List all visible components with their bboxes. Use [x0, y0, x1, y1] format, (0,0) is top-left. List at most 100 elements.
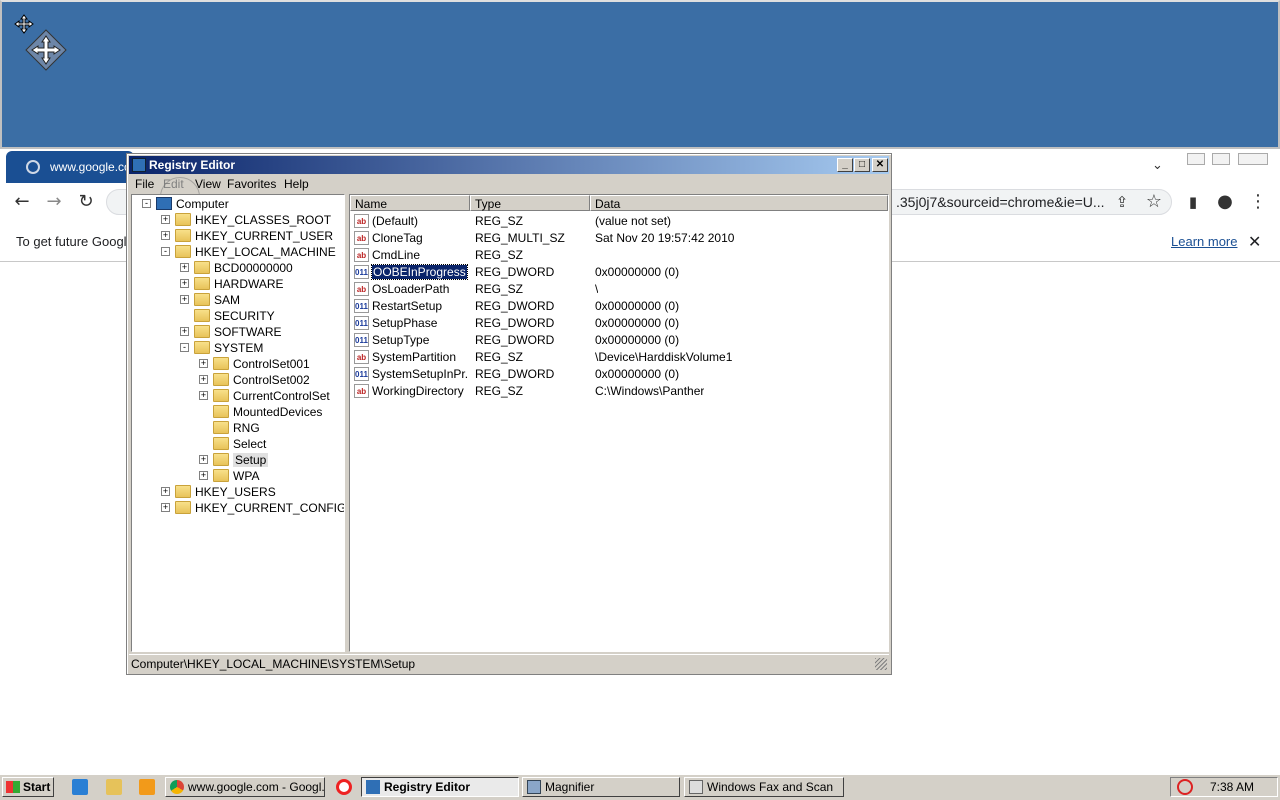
menu-kebab-icon[interactable]: ⋮ [1248, 192, 1268, 212]
value-row[interactable]: ab CloneTag REG_MULTI_SZ Sat Nov 20 19:57:4… [350, 230, 888, 247]
tree-node[interactable]: + HKEY_CURRENT_USER [132, 228, 344, 244]
value-row[interactable]: 011 OOBEInProgress REG_DWORD 0x00000000 (0) [350, 264, 888, 281]
column-type[interactable]: Type [470, 195, 590, 211]
collapse-icon[interactable]: - [180, 343, 189, 352]
expand-icon[interactable]: + [161, 503, 170, 512]
tree-node[interactable]: + HKEY_CURRENT_CONFIG [132, 500, 344, 516]
value-data: 0x00000000 (0) [595, 265, 680, 279]
task-magnifier[interactable]: Magnifier [522, 777, 680, 797]
tree-node[interactable]: SECURITY [132, 308, 344, 324]
value-row[interactable]: ab (Default) REG_SZ (value not set) [350, 213, 888, 230]
chevron-down-icon[interactable]: ⌄ [1152, 158, 1168, 174]
value-data: Sat Nov 20 19:57:42 2010 [595, 231, 735, 245]
value-row[interactable]: 011 RestartSetup REG_DWORD 0x00000000 (0) [350, 298, 888, 315]
tree-node[interactable]: + HKEY_USERS [132, 484, 344, 500]
minimize-button[interactable]: _ [837, 158, 853, 172]
value-list[interactable]: Name Type Data ab (Default) REG_SZ (value n… [349, 194, 889, 652]
column-name[interactable]: Name [350, 195, 470, 211]
close-button[interactable]: ✕ [872, 158, 888, 172]
value-row[interactable]: 011 SetupPhase REG_DWORD 0x00000000 (0) [350, 315, 888, 332]
folder-icon [194, 341, 210, 354]
chrome-maximize-button[interactable] [1212, 153, 1230, 165]
star-icon[interactable]: ☆ [1144, 192, 1164, 212]
expand-icon[interactable]: + [180, 263, 189, 272]
collapse-icon[interactable]: - [142, 199, 151, 208]
tree-node[interactable]: + ControlSet001 [132, 356, 344, 372]
task-chrome[interactable]: www.google.com - Googl... [165, 777, 325, 797]
expand-icon[interactable]: + [161, 487, 170, 496]
collapse-icon[interactable]: - [161, 247, 170, 256]
clock[interactable]: 7:38 AM [1210, 780, 1254, 794]
tree-node[interactable]: + Setup [132, 452, 344, 468]
value-row[interactable]: 011 SetupType REG_DWORD 0x00000000 (0) [350, 332, 888, 349]
tree-node[interactable]: Select [132, 436, 344, 452]
folder-icon [194, 325, 210, 338]
opera-icon[interactable] [336, 779, 352, 795]
expand-icon[interactable]: + [161, 215, 170, 224]
binary-value-icon: 011 [354, 316, 369, 330]
start-button[interactable]: Start [2, 777, 54, 797]
string-value-icon: ab [354, 282, 369, 296]
value-row[interactable]: 011 SystemSetupInPr... REG_DWORD 0x00000000… [350, 366, 888, 383]
tree-node[interactable]: + ControlSet002 [132, 372, 344, 388]
profile-icon[interactable]: ● [1215, 192, 1235, 212]
volume-muted-icon[interactable] [1177, 779, 1193, 795]
expand-icon[interactable]: + [180, 327, 189, 336]
tree-node[interactable]: + SAM [132, 292, 344, 308]
back-arrow-icon[interactable]: ← [12, 192, 32, 212]
value-row[interactable]: ab OsLoaderPath REG_SZ \ [350, 281, 888, 298]
forward-arrow-icon[interactable]: → [44, 192, 64, 212]
chrome-close-button[interactable] [1238, 153, 1268, 165]
value-row[interactable]: ab SystemPartition REG_SZ \Device\HarddiskV… [350, 349, 888, 366]
chrome-tab[interactable]: www.google.com [6, 151, 134, 183]
expand-icon[interactable]: + [199, 375, 208, 384]
ie-icon[interactable] [72, 779, 88, 795]
expand-icon[interactable]: + [180, 295, 189, 304]
share-icon[interactable]: ⇪ [1112, 192, 1132, 212]
tree-node[interactable]: + BCD00000000 [132, 260, 344, 276]
maximize-button[interactable]: □ [854, 158, 870, 172]
close-icon[interactable]: ✕ [1248, 232, 1261, 251]
learn-more-link[interactable]: Learn more [1171, 234, 1237, 249]
value-data: 0x00000000 (0) [595, 299, 680, 313]
reload-icon[interactable]: ↻ [76, 192, 96, 212]
expand-icon[interactable]: + [199, 471, 208, 480]
folder-icon [175, 245, 191, 258]
expand-icon[interactable]: + [199, 455, 208, 464]
tree-node[interactable]: - HKEY_LOCAL_MACHINE [132, 244, 344, 260]
tree-node[interactable]: + HARDWARE [132, 276, 344, 292]
value-type: REG_DWORD [475, 299, 555, 313]
expand-icon[interactable]: + [199, 391, 208, 400]
value-row[interactable]: ab WorkingDirectory REG_SZ C:\Windows\Panth… [350, 383, 888, 400]
explorer-icon[interactable] [106, 779, 122, 795]
menu-help[interactable]: Help [284, 177, 309, 191]
column-data[interactable]: Data [590, 195, 888, 211]
menu-favorites[interactable]: Favorites [227, 177, 276, 191]
value-name: SystemPartition [372, 350, 457, 364]
task-registry-editor[interactable]: Registry Editor [361, 777, 519, 797]
tree-node[interactable]: - Computer [132, 196, 344, 212]
tree-node[interactable]: + SOFTWARE [132, 324, 344, 340]
expand-icon[interactable]: + [180, 279, 189, 288]
menu-file[interactable]: File [135, 177, 154, 191]
media-player-icon[interactable] [139, 779, 155, 795]
task-fax-scan[interactable]: Windows Fax and Scan [684, 777, 844, 797]
expand-icon[interactable]: + [161, 231, 170, 240]
tree-node[interactable]: RNG [132, 420, 344, 436]
menu-view[interactable]: View [195, 177, 221, 191]
address-text[interactable]: .35j0j7&sourceid=chrome&ie=U... [896, 194, 1105, 210]
value-row[interactable]: ab CmdLine REG_SZ [350, 247, 888, 264]
resize-grip[interactable] [875, 658, 887, 670]
value-type: REG_MULTI_SZ [475, 231, 565, 245]
side-panel-icon[interactable]: ▮ [1183, 192, 1203, 212]
string-value-icon: ab [354, 231, 369, 245]
tree-node[interactable]: + CurrentControlSet [132, 388, 344, 404]
title-bar[interactable]: Registry Editor _ □ ✕ [129, 156, 889, 174]
tree-node[interactable]: + HKEY_CLASSES_ROOT [132, 212, 344, 228]
tree-node[interactable]: - SYSTEM [132, 340, 344, 356]
key-tree[interactable]: - Computer + HKEY_CLASSES_ROOT + HKEY_CURRENT… [131, 194, 345, 652]
expand-icon[interactable]: + [199, 359, 208, 368]
tree-node[interactable]: MountedDevices [132, 404, 344, 420]
chrome-minimize-button[interactable] [1187, 153, 1205, 165]
tree-node[interactable]: + WPA [132, 468, 344, 484]
